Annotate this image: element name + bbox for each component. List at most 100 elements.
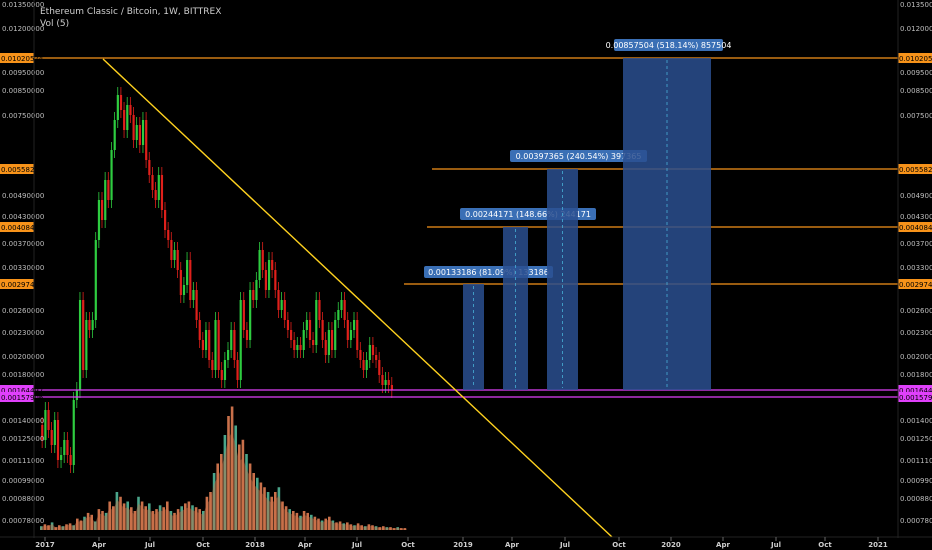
- candle-body: [60, 455, 63, 460]
- candle-body: [330, 330, 334, 350]
- price-level-value: 0.00558214: [1, 166, 44, 174]
- candle-body: [236, 360, 239, 380]
- candle-body: [334, 320, 337, 350]
- candle-body: [192, 290, 195, 300]
- price-level-value: 0.01020574: [899, 55, 932, 63]
- candle-body: [141, 120, 145, 145]
- candle-body: [368, 345, 371, 360]
- price-level-value: 0.01020574: [1, 55, 44, 63]
- candle-body: [324, 340, 327, 355]
- candle-body: [116, 95, 119, 120]
- time-tick-label: Apr: [505, 541, 519, 549]
- candle-body: [359, 350, 362, 360]
- left-price-tick: 0.01350000: [2, 1, 44, 9]
- candle-body: [312, 340, 315, 345]
- right-price-tick: 0.00230000: [900, 329, 932, 337]
- price-level-value: 0.00408423: [1, 224, 43, 232]
- time-tick-label: Jul: [770, 541, 781, 549]
- candle-body: [214, 320, 217, 370]
- candle-body: [47, 410, 50, 430]
- right-price-axis: 0.01350000 0.01200000 0.00950000 0.00850000…: [897, 0, 932, 538]
- candle-body: [365, 360, 368, 370]
- candle-body: [286, 320, 290, 330]
- right-price-tick: 0.00260000: [900, 307, 932, 315]
- candle-body: [305, 320, 308, 330]
- left-price-axis: 0.01350000 0.01200000 0.00950000 0.00850000…: [2, 0, 44, 538]
- candle-body: [264, 270, 267, 290]
- candle-body: [293, 340, 296, 350]
- candle-body: [123, 110, 126, 130]
- time-tick-label: 2020: [661, 541, 681, 549]
- candle-body: [63, 440, 66, 455]
- right-price-tick: 0.00430000: [900, 213, 932, 221]
- candle-body: [160, 175, 164, 210]
- left-price-tick: 0.00111000: [2, 457, 44, 465]
- time-tick-label: Apr: [298, 541, 312, 549]
- candle-body: [56, 420, 60, 460]
- price-level-value: 0.00408423: [899, 224, 932, 232]
- left-price-tick: 0.00950000: [2, 69, 44, 77]
- left-price-tick: 0.00330000: [2, 264, 44, 272]
- candle-body: [283, 300, 286, 320]
- volume-layer: [40, 406, 408, 530]
- time-tick-label: Apr: [92, 541, 106, 549]
- time-tick-label: Jul: [144, 541, 155, 549]
- candle-body: [217, 320, 220, 370]
- candle-body: [343, 300, 346, 320]
- candle-body: [138, 125, 141, 145]
- trend-line: [102, 58, 613, 538]
- candle-body: [233, 330, 236, 360]
- left-price-tick: 0.00750000: [2, 112, 44, 120]
- candle-body: [104, 180, 107, 220]
- candle-body: [267, 260, 271, 290]
- left-price-tick: 0.00078000: [2, 517, 44, 525]
- left-price-tick: 0.00370000: [2, 240, 44, 248]
- candle-body: [151, 175, 154, 190]
- right-price-tick: 0.00125000: [900, 435, 932, 443]
- time-tick-label: Jul: [351, 541, 362, 549]
- candle-body: [53, 420, 56, 445]
- candle-body: [302, 330, 305, 350]
- candle-body: [378, 360, 381, 375]
- candle-body: [198, 320, 201, 340]
- price-level-value: 0.00157906: [899, 394, 932, 402]
- time-tick-label: 2018: [245, 541, 265, 549]
- candle-body: [346, 320, 349, 340]
- candle-body: [119, 95, 123, 110]
- candle-body: [164, 210, 167, 230]
- candle-body: [223, 360, 227, 380]
- price-chart[interactable]: 0.01020574 0.01020574 0.00558214 0.00558214…: [0, 0, 932, 550]
- candle-body: [356, 320, 359, 350]
- candle-body: [129, 105, 132, 115]
- candle-body: [113, 120, 116, 150]
- left-price-tick: 0.00125000: [2, 435, 44, 443]
- candle-body: [274, 270, 277, 290]
- candle-body: [387, 380, 390, 385]
- candle-body: [277, 290, 280, 310]
- candle-body: [101, 200, 104, 220]
- candle-body: [97, 200, 101, 240]
- candle-body: [249, 290, 252, 340]
- candle-body: [204, 330, 208, 350]
- right-price-tick: 0.00490000: [900, 192, 932, 200]
- candle-body: [135, 125, 138, 140]
- candle-body: [290, 330, 293, 340]
- time-tick-label: 2017: [35, 541, 55, 549]
- candle-body: [167, 230, 170, 240]
- candles-layer: [41, 87, 393, 473]
- candle-body: [173, 250, 176, 260]
- candle-body: [384, 380, 387, 385]
- time-tick-label: Oct: [401, 541, 415, 549]
- left-price-tick: 0.00850000: [2, 87, 44, 95]
- right-price-tick: 0.00370000: [900, 240, 932, 248]
- candle-body: [353, 320, 356, 330]
- time-tick-label: Jul: [559, 541, 570, 549]
- right-price-tick: 0.01350000: [900, 1, 932, 9]
- candle-body: [327, 330, 330, 355]
- candle-body: [50, 430, 53, 445]
- candle-body: [227, 350, 230, 360]
- candle-body: [390, 385, 393, 390]
- candle-body: [69, 455, 72, 465]
- candle-body: [176, 250, 179, 270]
- candle-body: [340, 300, 343, 310]
